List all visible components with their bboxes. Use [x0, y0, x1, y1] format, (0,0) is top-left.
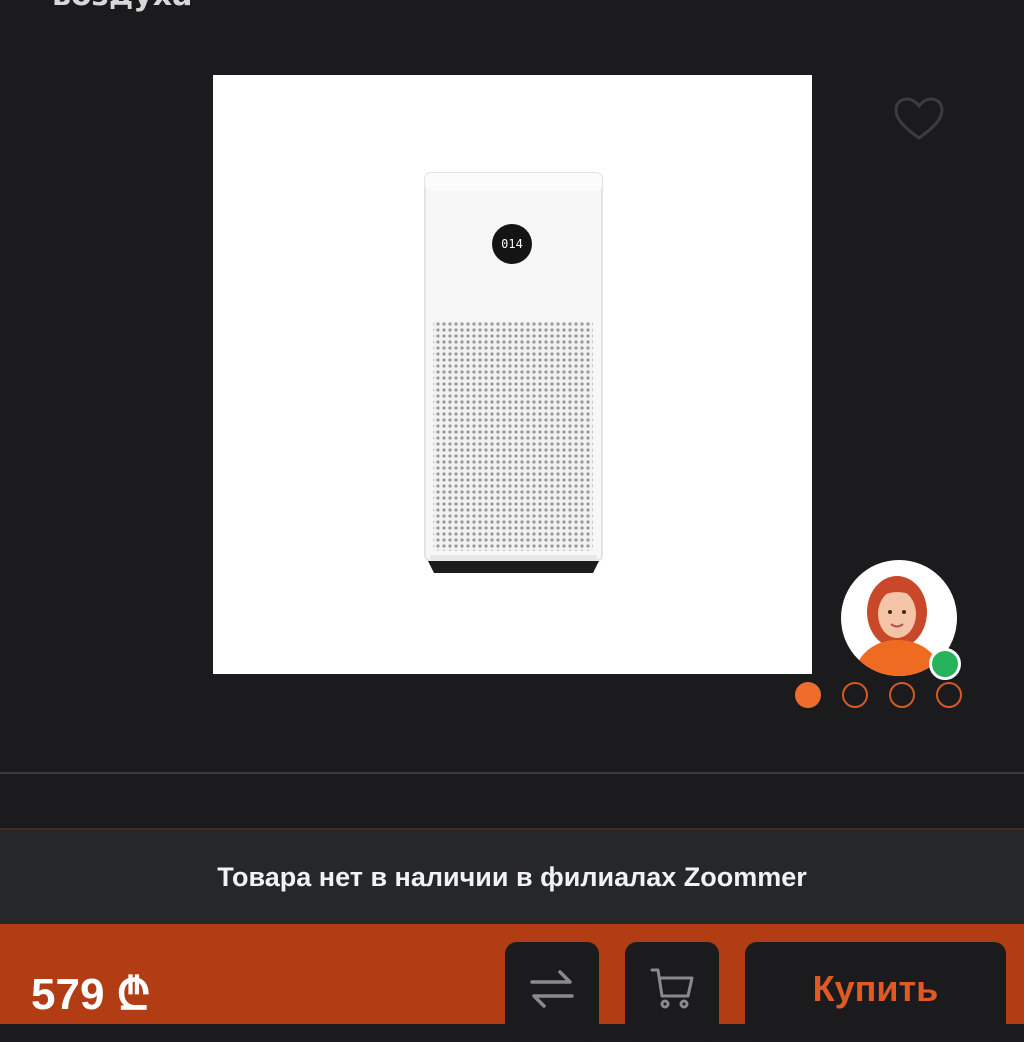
product-price: 579 ₾ — [31, 970, 151, 1019]
air-purifier-illustration: 014 — [424, 172, 603, 573]
heart-outline-icon — [894, 97, 944, 140]
compare-button[interactable] — [505, 942, 599, 1042]
product-title: воздуха — [52, 0, 192, 13]
gallery-dot-1[interactable] — [795, 682, 821, 708]
availability-banner: Товара нет в наличии в филиалах Zoommer — [0, 828, 1024, 924]
gallery-dot-4[interactable] — [936, 682, 962, 708]
compare-arrows-icon — [530, 970, 574, 1008]
buy-button[interactable]: Купить — [745, 942, 1006, 1042]
product-image[interactable]: 014 — [213, 75, 812, 674]
section-divider — [0, 772, 1024, 774]
favorite-button[interactable] — [892, 96, 946, 144]
availability-message: Товара нет в наличии в филиалах Zoommer — [217, 861, 807, 892]
purifier-display-text: 014 — [501, 237, 523, 251]
add-to-cart-icon — [650, 968, 694, 1009]
online-status-indicator — [929, 648, 961, 680]
buy-button-label: Купить — [812, 968, 939, 1009]
gallery-pagination — [795, 682, 962, 708]
gallery-dot-2[interactable] — [842, 682, 868, 708]
add-to-cart-button[interactable] — [625, 942, 719, 1042]
gallery-dot-3[interactable] — [889, 682, 915, 708]
